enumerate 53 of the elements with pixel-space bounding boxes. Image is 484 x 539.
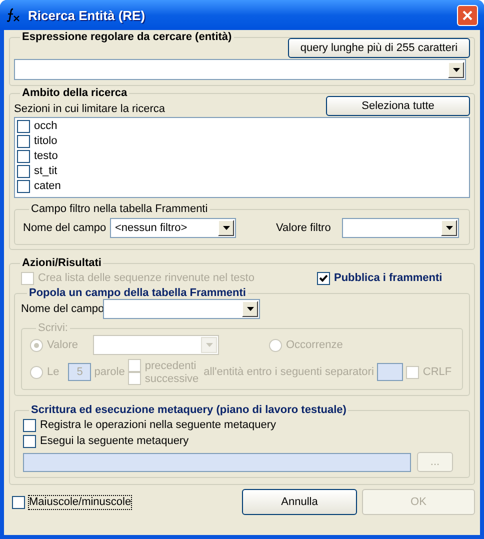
checkbox-option: successive — [128, 372, 199, 385]
group-title: Popola un campo della tabella Frammenti — [28, 287, 247, 300]
checkbox-option[interactable]: Pubblica i frammenti — [317, 272, 442, 284]
dropdown-field[interactable] — [342, 218, 459, 238]
checkbox-option[interactable]: Esegui la seguente metaquery — [23, 433, 461, 449]
checkbox[interactable] — [317, 272, 330, 284]
select-all-button[interactable]: Seleziona tutte — [326, 96, 470, 116]
list-item[interactable]: testo — [17, 149, 469, 164]
group-title: Scrittura ed esecuzione metaquery (piano di lavoro testuale) — [30, 404, 348, 417]
checkbox[interactable] — [17, 165, 30, 178]
field-label: Nome del campo — [21, 302, 103, 316]
list-item[interactable]: st_tit — [17, 164, 469, 179]
dropdown-field[interactable]: <nessun filtro> — [110, 218, 236, 238]
checkbox[interactable] — [23, 434, 36, 448]
group-title: Azioni/Risultati — [21, 257, 102, 270]
window-title: Ricerca Entità (RE) — [28, 8, 146, 22]
radio-option: Le — [30, 366, 60, 378]
dropdown-field[interactable] — [103, 299, 260, 319]
checkbox[interactable] — [23, 418, 36, 432]
checkbox[interactable] — [17, 135, 30, 148]
checkbox-option: precedenti — [128, 359, 199, 372]
dialog-button[interactable]: Annulla — [242, 489, 357, 515]
radio-option: Valore — [30, 338, 93, 352]
close-icon — [462, 10, 473, 20]
separators-label: all'entità entro i seguenti separatori — [204, 366, 374, 378]
list-item[interactable]: occh — [17, 119, 469, 134]
checkbox-option[interactable]: Registra le operazioni nella seguente metaquery — [23, 417, 461, 433]
dropdown-field[interactable] — [14, 59, 466, 80]
group-title: Ambito della ricerca — [21, 87, 128, 100]
group-title: Espressione regolare da cercare (entità) — [21, 31, 233, 44]
function-icon — [6, 7, 22, 23]
checkbox[interactable] — [12, 496, 25, 508]
group-title: Scrivi: — [37, 322, 69, 335]
list-item[interactable]: titolo — [17, 134, 469, 149]
checkbox[interactable] — [17, 120, 30, 133]
metaquery-field[interactable] — [23, 452, 411, 472]
close-button[interactable] — [457, 4, 478, 26]
checkbox[interactable] — [17, 180, 30, 193]
sections-label: Sezioni in cui limitare la ricerca — [14, 103, 165, 116]
word-count-field: 5 — [68, 363, 92, 381]
words-label: parole — [94, 366, 125, 378]
list-item[interactable]: caten — [17, 179, 469, 194]
field-label: Nome del campo — [23, 222, 108, 234]
long-query-button[interactable]: query lunghe più di 255 caratteri — [288, 38, 470, 58]
checkbox[interactable] — [17, 150, 30, 163]
checkbox-option: Crea lista delle sequenze rinvenute nel testo — [21, 272, 317, 284]
separators-field — [376, 363, 403, 381]
group-title: Campo filtro nella tabella Frammenti — [30, 203, 209, 216]
checkbox-option: CRLF — [406, 366, 452, 378]
checkbox-option[interactable]: Maiuscole/minuscole — [12, 496, 242, 508]
radio-option: Occorrenze — [269, 338, 343, 352]
field-label: Valore filtro — [276, 222, 332, 234]
checkmark-icon — [319, 274, 328, 282]
